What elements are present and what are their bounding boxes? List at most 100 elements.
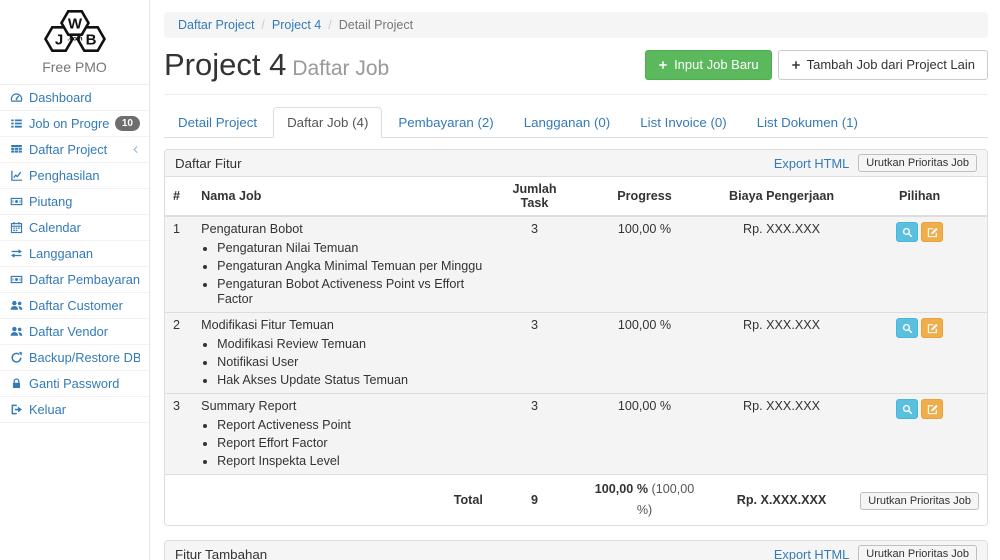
subtask-list: Report Activeness Point Report Effort Fac…	[201, 418, 483, 469]
search-icon	[902, 227, 913, 238]
sidebar-item-piutang[interactable]: Piutang	[0, 189, 149, 215]
biaya-value: Rp. XXX.XXX	[711, 313, 852, 394]
input-job-baru-button[interactable]: Input Job Baru	[645, 50, 772, 80]
logo-letter-b: B	[85, 32, 96, 49]
list-icon	[9, 117, 23, 131]
subtask-item: Pengaturan Angka Minimal Temuan per Ming…	[217, 259, 483, 274]
search-button[interactable]	[896, 222, 918, 242]
edit-button[interactable]	[921, 399, 943, 419]
panel-heading-actions: Export HTML Urutkan Prioritas Job	[774, 545, 977, 560]
search-button[interactable]	[896, 399, 918, 419]
tambah-job-dari-project-lain-button[interactable]: Tambah Job dari Project Lain	[778, 50, 988, 80]
sidebar-item-label: Daftar Pembayaran	[29, 272, 140, 287]
breadcrumb-item-project-4[interactable]: Project 4	[272, 18, 321, 32]
row-actions	[852, 394, 987, 475]
search-button[interactable]	[896, 318, 918, 338]
sidebar-item-daftar-customer[interactable]: Daftar Customer	[0, 293, 149, 319]
urutkan-prioritas-job-button[interactable]: Urutkan Prioritas Job	[860, 492, 979, 510]
edit-icon	[927, 227, 938, 238]
sidebar-item-label: Daftar Customer	[29, 298, 123, 313]
retweet-icon	[9, 247, 23, 261]
tab-daftar-job-4[interactable]: Daftar Job (4)	[273, 107, 382, 138]
dashboard-icon	[9, 91, 23, 105]
sidebar-item-label: Job on Progress	[29, 116, 109, 131]
sidebar-item-dashboard[interactable]: Dashboard	[0, 85, 149, 111]
sidebar-item-daftar-vendor[interactable]: Daftar Vendor	[0, 319, 149, 345]
job-name: Summary Report	[201, 399, 483, 414]
export-html-link[interactable]: Export HTML	[774, 547, 849, 560]
jumlah-task-value: 3	[491, 216, 578, 313]
total-cost: Rp. X.XXX.XXX	[711, 475, 852, 526]
calendar-icon	[9, 221, 23, 235]
urutkan-prioritas-job-button[interactable]: Urutkan Prioritas Job	[858, 154, 977, 172]
progress-value: 100,00 %	[578, 216, 711, 313]
tab-pembayaran-2[interactable]: Pembayaran (2)	[384, 107, 507, 138]
users-icon	[9, 325, 23, 339]
sidebar-item-daftar-pembayaran[interactable]: Daftar Pembayaran	[0, 267, 149, 293]
sidebar-item-label: Langganan	[29, 246, 93, 261]
table-row: 3Summary ReportReport Activeness PointRe…	[165, 394, 987, 475]
progress-value: 100,00 %	[578, 313, 711, 394]
money-icon	[9, 195, 23, 209]
logo-letter-w: W	[67, 16, 82, 33]
subtask-item: Modifikasi Review Temuan	[217, 337, 483, 352]
total-row: Total9100,00 % (100,00 %)Rp. X.XXX.XXXUr…	[165, 475, 987, 526]
breadcrumb-separator: /	[261, 18, 264, 32]
plus-icon	[791, 60, 801, 70]
sidebar-item-calendar[interactable]: Calendar	[0, 215, 149, 241]
subtask-item: Report Inspekta Level	[217, 454, 483, 469]
total-progress: 100,00 %	[595, 482, 648, 496]
page-title-text: Project 4	[164, 47, 286, 82]
export-html-link[interactable]: Export HTML	[774, 156, 849, 171]
sidebar-item-label: Daftar Vendor	[29, 324, 108, 339]
urutkan-prioritas-job-button[interactable]: Urutkan Prioritas Job	[858, 545, 977, 560]
button-label: Tambah Job dari Project Lain	[807, 57, 975, 73]
row-number: 1	[165, 216, 193, 313]
sidebar-item-label: Dashboard	[29, 90, 92, 105]
sidebar: J W B .com Free PMO DashboardJob on Prog…	[0, 0, 150, 560]
breadcrumb-item-daftar-project[interactable]: Daftar Project	[178, 18, 254, 32]
column-header-jumlah-task: Jumlah Task	[491, 177, 578, 216]
sidebar-item-keluar[interactable]: Keluar	[0, 397, 149, 423]
jobs-table: #Nama JobJumlah TaskProgressBiaya Penger…	[165, 177, 987, 525]
chart-icon	[9, 169, 23, 183]
app-window: J W B .com Free PMO DashboardJob on Prog…	[0, 0, 1000, 560]
total-tasks: 9	[491, 475, 578, 526]
page-title: Project 4Daftar Job	[164, 48, 389, 82]
chevron-left-icon	[131, 145, 140, 154]
total-label: Total	[193, 475, 491, 526]
tab-langganan-0[interactable]: Langganan (0)	[510, 107, 625, 138]
tab-list-invoice-0[interactable]: List Invoice (0)	[626, 107, 740, 138]
main-content: Daftar Project/Project 4/Detail Project …	[150, 0, 1000, 560]
edit-button[interactable]	[921, 222, 943, 242]
table-row: 2Modifikasi Fitur TemuanModifikasi Revie…	[165, 313, 987, 394]
sidebar-item-backup-restore-db[interactable]: Backup/Restore DB	[0, 345, 149, 371]
sidebar-item-job-on-progress[interactable]: Job on Progress10	[0, 111, 149, 137]
sidebar-item-daftar-project[interactable]: Daftar Project	[0, 137, 149, 163]
breadcrumb: Daftar Project/Project 4/Detail Project	[164, 12, 988, 38]
button-label: Input Job Baru	[674, 57, 759, 73]
tab-list-dokumen-1[interactable]: List Dokumen (1)	[743, 107, 872, 138]
sidebar-item-ganti-password[interactable]: Ganti Password	[0, 371, 149, 397]
tab-detail-project[interactable]: Detail Project	[164, 107, 271, 138]
sidebar-item-label: Calendar	[29, 220, 81, 235]
total-actions: Urutkan Prioritas Job	[852, 475, 987, 526]
jwb-logo: J W B .com	[31, 8, 119, 54]
sidebar-item-label: Ganti Password	[29, 376, 119, 391]
sidebar-item-label: Penghasilan	[29, 168, 99, 183]
row-number: 2	[165, 313, 193, 394]
column-header-progress: Progress	[578, 177, 711, 216]
subtask-item: Report Effort Factor	[217, 436, 483, 451]
tab-bar: Detail ProjectDaftar Job (4)Pembayaran (…	[164, 107, 988, 138]
sidebar-item-langganan[interactable]: Langganan	[0, 241, 149, 267]
panel-fitur-tambahan: Fitur TambahanExport HTMLUrutkan Priorit…	[164, 540, 988, 560]
subtask-item: Report Activeness Point	[217, 418, 483, 433]
subtask-item: Pengaturan Bobot Activeness Point vs Eff…	[217, 277, 483, 307]
job-name: Pengaturan Bobot	[201, 222, 483, 237]
row-actions	[852, 216, 987, 313]
sidebar-item-penghasilan[interactable]: Penghasilan	[0, 163, 149, 189]
total-spacer	[165, 475, 193, 526]
column-header-biaya-pengerjaan: Biaya Pengerjaan	[711, 177, 852, 216]
biaya-value: Rp. XXX.XXX	[711, 216, 852, 313]
edit-button[interactable]	[921, 318, 943, 338]
